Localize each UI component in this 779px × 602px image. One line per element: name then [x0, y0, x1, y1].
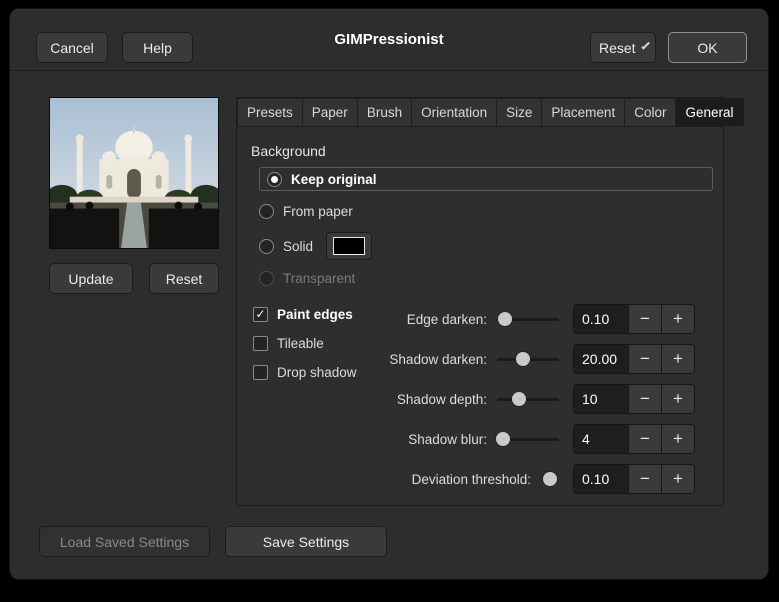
shadow-darken-row: Shadow darken: − +	[387, 339, 695, 379]
shadow-darken-label: Shadow darken:	[389, 351, 487, 367]
options-checkbox-group: ✓ Paint edges Tileable Drop shadow	[253, 301, 357, 388]
parameter-rows: Edge darken: − + Shadow darken:	[387, 299, 695, 499]
save-settings-button[interactable]: Save Settings	[225, 526, 387, 557]
plus-icon[interactable]: +	[661, 304, 695, 334]
slider-knob[interactable]	[542, 471, 558, 487]
settings-notebook: Presets Paper Brush Orientation Size Pla…	[236, 97, 744, 506]
shadow-blur-input[interactable]	[573, 424, 629, 454]
update-preview-button[interactable]: Update	[49, 263, 133, 294]
radio-label: From paper	[283, 203, 353, 219]
radio-label: Transparent	[283, 270, 356, 286]
radio-indicator	[259, 238, 274, 254]
radio-solid[interactable]: Solid	[259, 231, 713, 261]
shadow-blur-row: Shadow blur: − +	[387, 419, 695, 459]
edge-darken-row: Edge darken: − +	[387, 299, 695, 339]
shadow-darken-spinbox: − +	[573, 344, 695, 374]
taj-mahal-preview	[50, 98, 218, 248]
shadow-depth-row: Shadow depth: − +	[387, 379, 695, 419]
reset-preview-button[interactable]: Reset	[149, 263, 219, 294]
gimpressionist-dialog: GIMPressionist Cancel Help Reset OK Upda…	[9, 8, 769, 580]
checkbox-label: Paint edges	[277, 306, 353, 322]
minus-icon[interactable]: −	[628, 424, 662, 454]
deviation-threshold-input[interactable]	[573, 464, 629, 494]
deviation-threshold-row: Deviation threshold: − +	[387, 459, 695, 499]
radio-from-paper[interactable]: From paper	[259, 199, 713, 223]
edge-darken-slider[interactable]	[497, 310, 559, 328]
plus-icon[interactable]: +	[661, 384, 695, 414]
slider-knob[interactable]	[495, 431, 512, 447]
tab-brush[interactable]: Brush	[356, 98, 413, 126]
tab-bar: Presets Paper Brush Orientation Size Pla…	[237, 98, 744, 127]
drop-shadow-checkbox[interactable]: Drop shadow	[253, 359, 357, 385]
checkbox-label: Tileable	[277, 335, 324, 351]
solid-color-swatch-button[interactable]	[326, 232, 373, 260]
minus-icon[interactable]: −	[628, 344, 662, 374]
color-swatch	[333, 237, 366, 255]
radio-indicator	[267, 171, 282, 187]
radio-indicator	[259, 270, 274, 286]
reset-dropdown-button[interactable]: Reset	[590, 32, 656, 63]
edge-darken-input[interactable]	[573, 304, 629, 334]
minus-icon[interactable]: −	[628, 304, 662, 334]
tab-presets[interactable]: Presets	[237, 98, 303, 126]
radio-label: Solid	[283, 238, 314, 254]
tab-general[interactable]: General	[675, 98, 744, 126]
background-section-label: Background	[251, 143, 326, 159]
load-saved-settings-button: Load Saved Settings	[39, 526, 210, 557]
tab-color[interactable]: Color	[624, 98, 677, 126]
slider-knob[interactable]	[497, 311, 514, 327]
checkbox-indicator	[253, 335, 268, 351]
checkbox-label: Drop shadow	[277, 364, 357, 380]
ok-button[interactable]: OK	[668, 32, 747, 63]
preview-image	[49, 97, 219, 249]
tab-orientation[interactable]: Orientation	[411, 98, 498, 126]
radio-label: Keep original	[291, 171, 377, 187]
cancel-button[interactable]: Cancel	[36, 32, 108, 63]
checkbox-indicator	[253, 364, 268, 380]
plus-icon[interactable]: +	[661, 464, 695, 494]
chevron-down-icon	[640, 41, 650, 50]
header-bar: GIMPressionist Cancel Help Reset OK	[10, 9, 768, 71]
background-radio-group: Keep original From paper Solid Transpare…	[259, 167, 713, 298]
plus-icon[interactable]: +	[661, 424, 695, 454]
checkbox-indicator: ✓	[253, 306, 268, 322]
shadow-blur-slider[interactable]	[495, 430, 559, 448]
minus-icon[interactable]: −	[628, 464, 662, 494]
deviation-threshold-slider[interactable]	[541, 470, 559, 488]
plus-icon[interactable]: +	[661, 344, 695, 374]
shadow-blur-label: Shadow blur:	[408, 431, 487, 447]
slider-knob[interactable]	[511, 391, 528, 407]
tab-placement[interactable]: Placement	[541, 98, 626, 126]
deviation-threshold-label: Deviation threshold:	[411, 471, 531, 487]
help-button[interactable]: Help	[122, 32, 193, 63]
shadow-darken-slider[interactable]	[497, 350, 559, 368]
minus-icon[interactable]: −	[628, 384, 662, 414]
shadow-depth-input[interactable]	[573, 384, 629, 414]
radio-transparent: Transparent	[259, 266, 713, 290]
shadow-blur-spinbox: − +	[573, 424, 695, 454]
general-tab-content: Background Keep original From paper Soli…	[237, 127, 723, 505]
paint-edges-checkbox[interactable]: ✓ Paint edges	[253, 301, 357, 327]
tileable-checkbox[interactable]: Tileable	[253, 330, 357, 356]
reset-dropdown-label: Reset	[599, 39, 636, 56]
tab-size[interactable]: Size	[496, 98, 543, 126]
radio-indicator	[259, 203, 274, 219]
slider-trough	[497, 398, 559, 401]
shadow-depth-slider[interactable]	[497, 390, 559, 408]
shadow-depth-label: Shadow depth:	[396, 391, 487, 407]
shadow-depth-spinbox: − +	[573, 384, 695, 414]
edge-darken-label: Edge darken:	[406, 311, 487, 327]
radio-keep-original[interactable]: Keep original	[259, 167, 713, 191]
tab-paper[interactable]: Paper	[301, 98, 358, 126]
edge-darken-spinbox: − +	[573, 304, 695, 334]
slider-knob[interactable]	[515, 351, 532, 367]
shadow-darken-input[interactable]	[573, 344, 629, 374]
deviation-threshold-spinbox: − +	[573, 464, 695, 494]
